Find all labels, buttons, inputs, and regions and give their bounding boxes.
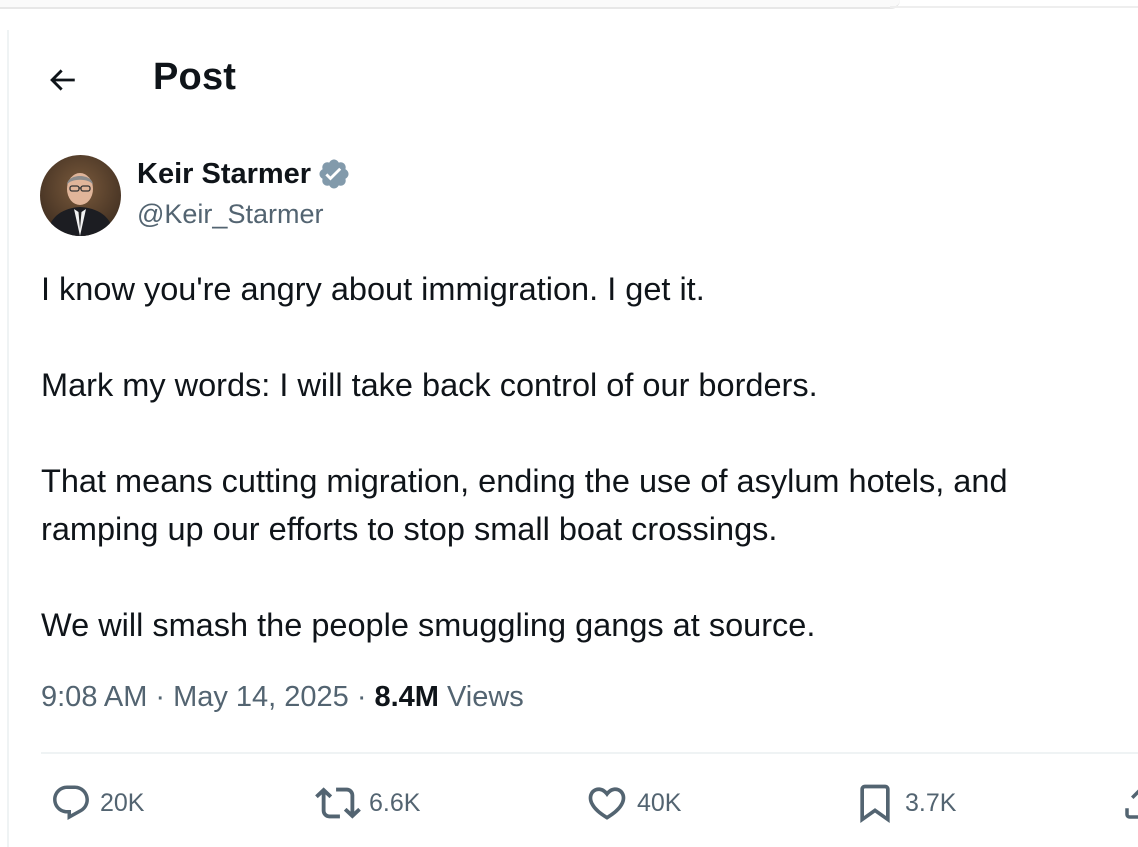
post-paragraph: Mark my words: I will take back control …	[41, 367, 818, 403]
verified-badge-icon[interactable]	[317, 157, 351, 191]
author-display-name[interactable]: Keir Starmer	[137, 158, 311, 191]
author-name-row: Keir Starmer	[137, 157, 351, 191]
like-button[interactable]: 40K	[585, 775, 681, 831]
post-actions-bar: 20K 6.6K 40K 3.7K	[0, 775, 1138, 831]
arrow-left-icon	[50, 69, 75, 91]
post-date[interactable]: May 14, 2025	[173, 681, 349, 714]
avatar[interactable]	[40, 155, 121, 236]
share-button[interactable]	[1120, 775, 1138, 831]
bookmark-count: 3.7K	[905, 788, 957, 817]
views-count: 8.4M	[374, 681, 439, 713]
post-text: I know you're angry about immigration. I…	[41, 265, 1121, 649]
repost-count: 6.6K	[369, 788, 421, 817]
repost-icon	[315, 787, 361, 819]
top-frame-edge	[0, 0, 900, 9]
share-icon	[1125, 789, 1138, 819]
bookmark-button[interactable]: 3.7K	[853, 775, 956, 831]
post-paragraph: I know you're angry about immigration. I…	[41, 271, 705, 307]
post-header: Post	[0, 50, 1138, 110]
back-button[interactable]	[40, 58, 84, 102]
post-paragraph: That means cutting migration, ending the…	[41, 463, 1008, 499]
divider	[41, 752, 1138, 754]
meta-separator: ·	[356, 681, 367, 713]
post-time[interactable]: 9:08 AM	[41, 681, 147, 714]
reply-icon	[53, 785, 89, 820]
bookmark-icon	[860, 784, 890, 824]
post-author: Keir Starmer @Keir_Starmer	[40, 155, 740, 237]
repost-button[interactable]: 6.6K	[315, 775, 420, 831]
top-frame-edge-extension	[890, 6, 1138, 8]
page-title: Post	[153, 56, 237, 98]
meta-separator: ·	[155, 681, 166, 713]
reply-button[interactable]: 20K	[50, 775, 144, 831]
like-count: 40K	[637, 788, 682, 817]
column-left-border	[7, 30, 9, 847]
reply-count: 20K	[100, 788, 145, 817]
author-handle[interactable]: @Keir_Starmer	[137, 199, 323, 230]
post-paragraph: We will smash the people smuggling gangs…	[41, 607, 816, 643]
post-meta: 9:08 AM · May 14, 2025 · 8.4M Views	[41, 681, 524, 714]
views-label: Views	[446, 681, 524, 713]
heart-icon	[588, 787, 626, 820]
post-paragraph: ramping up our efforts to stop small boa…	[41, 511, 778, 547]
